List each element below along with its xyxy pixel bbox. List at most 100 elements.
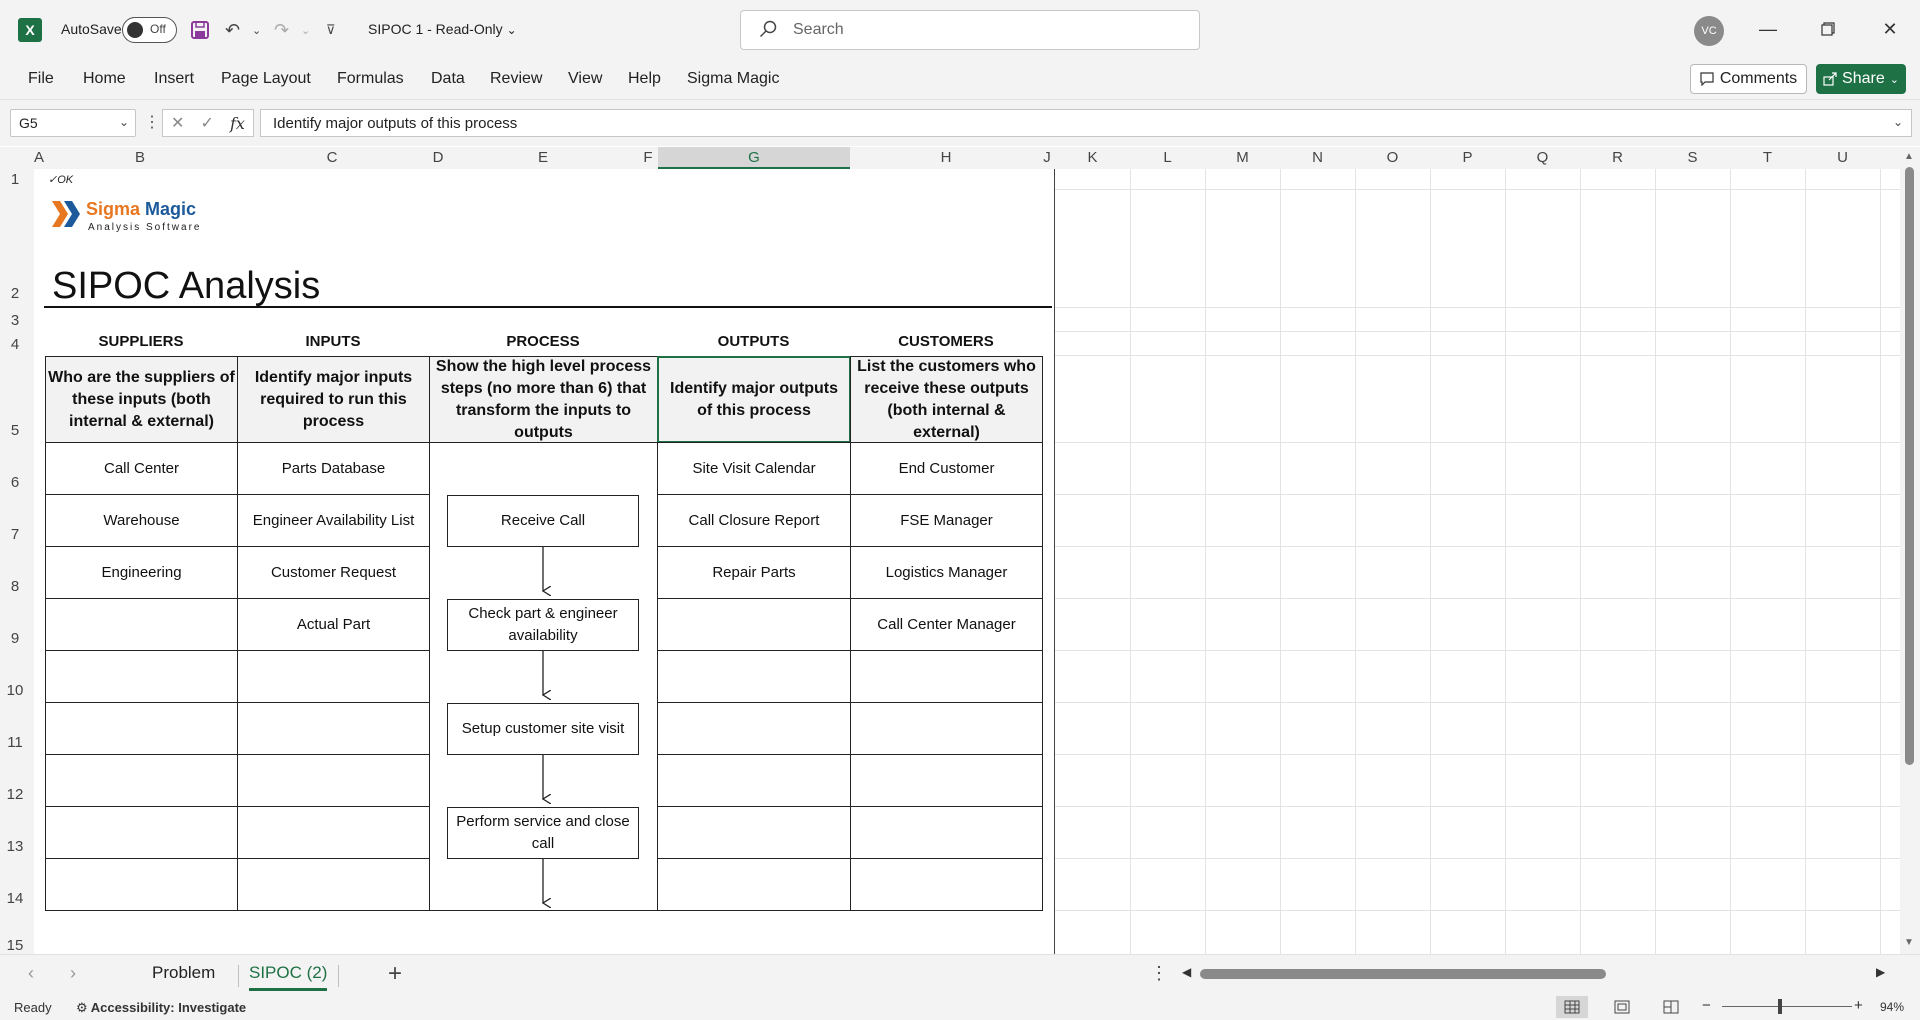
autosave-toggle[interactable]: Off (122, 17, 177, 43)
zoom-slider[interactable] (1722, 1006, 1852, 1007)
row-header-10[interactable]: 10 (0, 682, 30, 699)
redo-dropdown-icon[interactable]: ⌄ (301, 17, 310, 43)
zoom-slider-thumb[interactable] (1778, 999, 1782, 1014)
formula-input[interactable]: Identify major outputs of this process ⌄ (260, 109, 1912, 137)
column-header-k[interactable]: K (1055, 147, 1130, 169)
vertical-scrollbar[interactable]: ▲ ▼ (1900, 147, 1920, 954)
vertical-scroll-thumb[interactable] (1905, 167, 1914, 765)
column-header-f[interactable]: F (638, 147, 658, 169)
process-step-box[interactable]: Setup customer site visit (447, 703, 639, 755)
scroll-right-icon[interactable]: ▶ (1876, 965, 1885, 979)
gridline (1054, 494, 1900, 495)
menu-view[interactable]: View (568, 70, 602, 88)
save-icon[interactable] (190, 17, 210, 43)
gridline (1880, 169, 1881, 954)
gridline (1205, 169, 1206, 954)
column-header-r[interactable]: R (1580, 147, 1655, 169)
zoom-out-icon[interactable]: − (1702, 997, 1711, 1014)
more-options-icon[interactable]: ⋮ (1150, 963, 1168, 984)
row-header-2[interactable]: 2 (0, 285, 30, 302)
menu-home[interactable]: Home (83, 70, 126, 88)
column-header-a[interactable]: A (34, 147, 44, 169)
column-header-e[interactable]: E (448, 147, 638, 169)
row-header-5[interactable]: 5 (0, 422, 30, 439)
tab-sipoc-2[interactable]: SIPOC (2) (249, 963, 328, 991)
row-header-4[interactable]: 4 (0, 336, 30, 353)
close-icon[interactable]: ✕ (1870, 14, 1910, 44)
normal-view-icon[interactable] (1556, 996, 1588, 1018)
column-header-l[interactable]: L (1130, 147, 1205, 169)
row-header-6[interactable]: 6 (0, 474, 30, 491)
avatar[interactable]: VC (1694, 16, 1724, 46)
process-step-box[interactable]: Receive Call (447, 495, 639, 547)
column-header-h[interactable]: H (850, 147, 1042, 169)
column-header-n[interactable]: N (1280, 147, 1355, 169)
column-header-s[interactable]: S (1655, 147, 1730, 169)
row-header-3[interactable]: 3 (0, 312, 30, 329)
column-header-g[interactable]: G (658, 147, 850, 169)
row-header-1[interactable]: 1 (0, 171, 30, 188)
insert-function-icon[interactable]: fx (230, 114, 245, 133)
column-header-b[interactable]: B (44, 147, 236, 169)
name-box[interactable]: G5 ⌄ (10, 109, 136, 137)
scroll-left-icon[interactable]: ◀ (1182, 965, 1191, 979)
page-break-view-icon[interactable] (1655, 996, 1687, 1018)
zoom-level[interactable]: 94% (1880, 1000, 1904, 1014)
row-header-13[interactable]: 13 (0, 838, 30, 855)
row-header-14[interactable]: 14 (0, 890, 30, 907)
row-header-8[interactable]: 8 (0, 578, 30, 595)
column-header-p[interactable]: P (1430, 147, 1505, 169)
column-header-m[interactable]: M (1205, 147, 1280, 169)
process-step-box[interactable]: Perform service and close call (447, 807, 639, 859)
row-header-15[interactable]: 15 (0, 937, 30, 954)
page-layout-view-icon[interactable] (1606, 996, 1638, 1018)
menu-file[interactable]: File (28, 70, 54, 88)
comments-button[interactable]: Comments (1690, 64, 1807, 94)
scroll-up-icon[interactable]: ▲ (1904, 151, 1914, 162)
menu-formulas[interactable]: Formulas (337, 70, 404, 88)
menu-sigma-magic[interactable]: Sigma Magic (687, 70, 779, 88)
worksheet[interactable]: ✓OK Sigma Magic Analysis Software SIPOC … (34, 169, 1900, 954)
accessibility-status[interactable]: ⚙ Accessibility: Investigate (76, 1000, 246, 1016)
cancel-icon[interactable]: ✕ (171, 113, 184, 133)
menu-page-layout[interactable]: Page Layout (221, 70, 311, 88)
column-header-q[interactable]: Q (1505, 147, 1580, 169)
column-header-j[interactable]: J (1042, 147, 1052, 169)
customize-qat-icon[interactable]: ⊽ (326, 17, 336, 43)
add-sheet-icon[interactable]: + (388, 960, 402, 988)
expand-formula-icon[interactable]: ⌄ (1893, 115, 1903, 129)
autosave-state: Off (150, 22, 166, 36)
column-header-u[interactable]: U (1805, 147, 1880, 169)
restore-icon[interactable] (1808, 14, 1848, 44)
scroll-down-icon[interactable]: ▼ (1904, 937, 1914, 948)
tab-problem[interactable]: Problem (152, 963, 215, 983)
next-sheet-icon[interactable]: › (70, 963, 76, 984)
row-header-7[interactable]: 7 (0, 526, 30, 543)
redo-icon[interactable]: ↷ (274, 17, 289, 43)
row-header-12[interactable]: 12 (0, 786, 30, 803)
menu-review[interactable]: Review (490, 70, 542, 88)
undo-dropdown-icon[interactable]: ⌄ (252, 17, 261, 43)
row-header-9[interactable]: 9 (0, 630, 30, 647)
column-header-c[interactable]: C (236, 147, 428, 169)
minimize-icon[interactable]: — (1748, 14, 1788, 44)
zoom-in-icon[interactable]: + (1854, 997, 1863, 1014)
undo-icon[interactable]: ↶ (225, 17, 240, 43)
enter-icon[interactable]: ✓ (201, 113, 214, 133)
document-title[interactable]: SIPOC 1 - Read-Only ⌄ (368, 21, 517, 37)
column-header-d[interactable]: D (428, 147, 448, 169)
horizontal-scroll-thumb[interactable] (1200, 969, 1606, 979)
column-header-t[interactable]: T (1730, 147, 1805, 169)
menu-help[interactable]: Help (628, 70, 661, 88)
column-header-o[interactable]: O (1355, 147, 1430, 169)
search-box[interactable]: Search (740, 10, 1200, 50)
share-button[interactable]: Share ⌄ (1816, 64, 1906, 94)
previous-sheet-icon[interactable]: ‹ (28, 963, 34, 984)
row-header-11[interactable]: 11 (0, 734, 30, 751)
horizontal-scrollbar[interactable]: ◀ ▶ (1180, 965, 1890, 983)
chevron-down-icon[interactable]: ⌄ (119, 115, 129, 129)
process-step-box[interactable]: Check part & engineer availability (447, 599, 639, 651)
more-options-icon[interactable]: ⋮ (144, 112, 160, 132)
menu-data[interactable]: Data (431, 70, 465, 88)
menu-insert[interactable]: Insert (154, 70, 194, 88)
